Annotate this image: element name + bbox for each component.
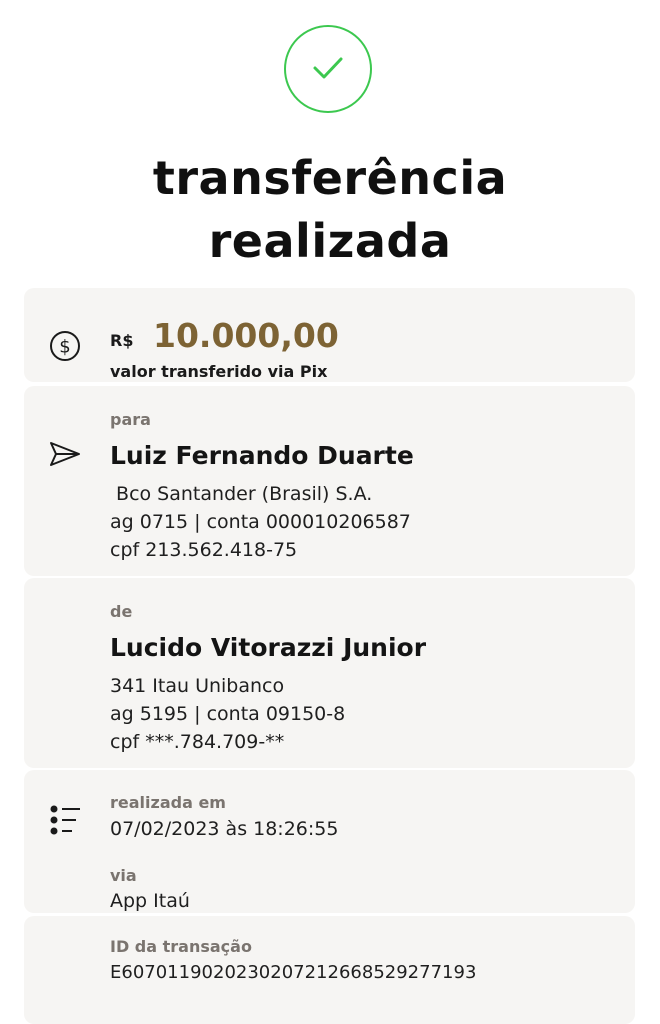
- dollar-circle-icon: $: [49, 330, 81, 366]
- amount-card: $ R$ 10.000,00 valor transferido via Pix: [24, 288, 635, 382]
- transaction-card: ID da transação E60701190202302072126685…: [24, 916, 635, 1024]
- recipient-account: ag 0715 | conta 000010206587: [110, 511, 411, 533]
- via-label: via: [110, 866, 137, 885]
- transaction-id-value: E60701190202302072126685292771​93: [110, 962, 477, 983]
- amount-caption: valor transferido via Pix: [110, 362, 328, 381]
- page-title-line1: transferência: [152, 151, 508, 205]
- transaction-id-label: ID da transação: [110, 937, 252, 956]
- date-label: realizada em: [110, 793, 226, 812]
- amount-value: 10.000,00: [153, 316, 339, 355]
- recipient-card: para Luiz Fernando Duarte Bco Santander …: [24, 386, 635, 576]
- currency-symbol: R$: [110, 331, 134, 350]
- sender-label: de: [110, 602, 133, 621]
- check-icon: [313, 57, 343, 79]
- send-icon: [49, 440, 81, 472]
- recipient-label: para: [110, 410, 151, 429]
- success-check-circle: [284, 25, 372, 113]
- details-card: realizada em 07/02/2023 às 18:26:55 via …: [24, 770, 635, 913]
- sender-document: cpf ***.784.709-**: [110, 731, 285, 753]
- recipient-bank: Bco Santander (Brasil) S.A.: [110, 483, 373, 505]
- svg-text:$: $: [59, 337, 70, 358]
- sender-card: de Lucido Vitorazzi Junior 341 Itau Unib…: [24, 578, 635, 768]
- recipient-document: cpf 213.562.418-75: [110, 539, 298, 561]
- page-title-line2: realizada: [208, 214, 452, 268]
- sender-account: ag 5195 | conta 09150-8: [110, 703, 346, 725]
- list-icon: [49, 804, 81, 840]
- recipient-name: Luiz Fernando Duarte: [110, 441, 414, 470]
- via-value: App Itaú: [110, 890, 190, 912]
- date-value: 07/02/2023 às 18:26:55: [110, 818, 339, 840]
- sender-bank: 341 Itau Unibanco: [110, 675, 285, 697]
- sender-name: Lucido Vitorazzi Junior: [110, 633, 427, 662]
